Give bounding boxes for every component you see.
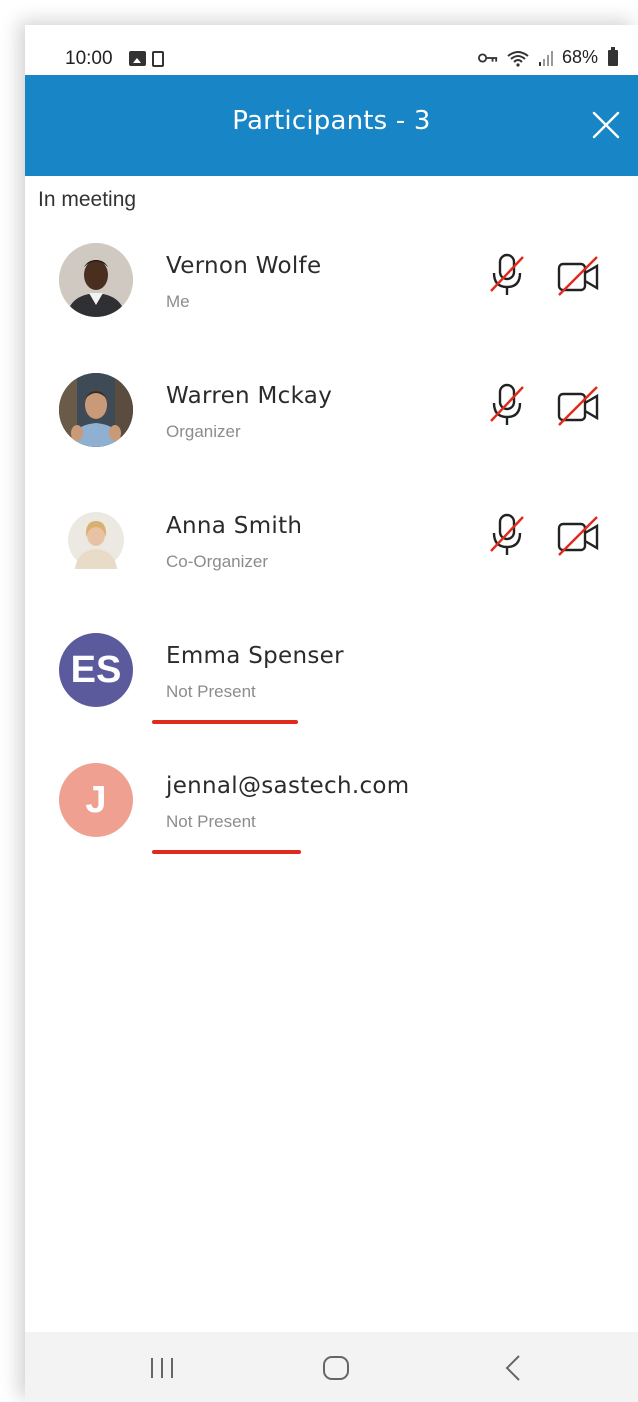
participant-name: jennal@sastech.com (166, 773, 410, 799)
person-photo-icon (59, 373, 133, 447)
participant-role: Co-Organizer (166, 552, 269, 571)
participant-name: Emma Spenser (166, 643, 344, 669)
vpn-key-icon (477, 52, 498, 63)
highlight-underline (152, 850, 301, 854)
app-header: Participants - 3 (25, 75, 638, 176)
status-time: 10:00 (65, 48, 113, 69)
participant-role: Me (166, 292, 190, 311)
avatar-initials-text: ES (70, 648, 122, 691)
signal-icon (538, 50, 553, 66)
status-right: 68% (477, 46, 618, 68)
section-label-in-meeting: In meeting (38, 188, 137, 211)
participant-list: Vernon Wolfe Me Warren Mckay Organizer A… (25, 225, 638, 875)
participant-role: Organizer (166, 422, 241, 441)
recent-apps-icon[interactable] (147, 1352, 177, 1384)
gallery-notification-icon (129, 51, 146, 66)
participant-role: Not Present (166, 682, 256, 701)
avatar (59, 373, 133, 447)
avatar (59, 503, 133, 577)
participant-name: Anna Smith (166, 513, 303, 539)
app-screen: 10:00 68% Participants - 3 In meeting Ve… (25, 25, 638, 1402)
participant-role: Not Present (166, 812, 256, 831)
avatar-initials-text: J (85, 778, 107, 821)
person-photo-icon (68, 512, 124, 569)
system-nav-bar (25, 1332, 638, 1402)
status-notification-icons (129, 51, 164, 67)
mic-muted-icon[interactable] (487, 511, 527, 559)
avatar-initials: ES (59, 633, 133, 707)
home-icon[interactable] (321, 1352, 351, 1384)
battery-icon (608, 46, 618, 66)
participant-name: Warren Mckay (166, 383, 333, 409)
highlight-underline (152, 720, 298, 724)
camera-off-icon[interactable] (555, 515, 601, 557)
participant-row[interactable]: Warren Mckay Organizer (25, 355, 638, 485)
mic-muted-icon[interactable] (487, 381, 527, 429)
clipboard-notification-icon (152, 51, 164, 67)
camera-off-icon[interactable] (555, 255, 601, 297)
camera-off-icon[interactable] (555, 385, 601, 427)
battery-percent: 68% (561, 47, 598, 67)
participant-row[interactable]: Vernon Wolfe Me (25, 225, 638, 355)
back-icon[interactable] (501, 1352, 525, 1384)
mic-muted-icon[interactable] (487, 251, 527, 299)
page-title: Participants - 3 (232, 106, 431, 136)
status-bar: 10:00 68% (25, 25, 638, 75)
wifi-icon (507, 50, 529, 67)
close-icon[interactable] (584, 103, 628, 147)
participant-name: Vernon Wolfe (166, 253, 322, 279)
participant-row[interactable]: ES Emma Spenser Not Present (25, 615, 638, 745)
participant-row[interactable]: Anna Smith Co-Organizer (25, 485, 638, 615)
person-photo-icon (59, 243, 133, 317)
avatar (59, 243, 133, 317)
participant-row[interactable]: J jennal@sastech.com Not Present (25, 745, 638, 875)
avatar-initials: J (59, 763, 133, 837)
